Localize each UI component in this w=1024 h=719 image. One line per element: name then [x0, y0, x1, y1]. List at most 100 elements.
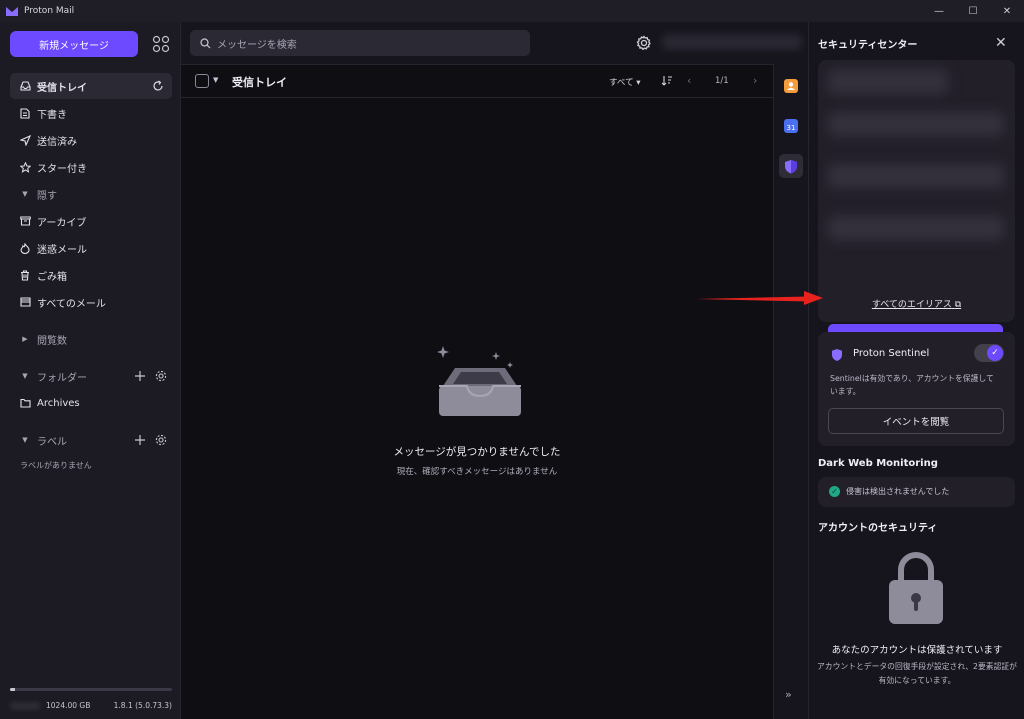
folders-label: フォルダー	[37, 372, 87, 384]
contacts-app-button[interactable]	[779, 74, 803, 98]
sidebar-item-spam[interactable]: 迷惑メール	[10, 235, 172, 261]
star-icon	[19, 161, 31, 173]
dark-web-monitoring-title: Dark Web Monitoring	[818, 458, 938, 469]
search-input[interactable]: メッセージを検索	[190, 30, 530, 56]
success-check-icon: ✓	[829, 486, 840, 497]
blurred-usage	[10, 702, 40, 710]
sidebar-item-label: 下書き	[37, 109, 67, 121]
storage-fill	[10, 688, 15, 691]
labels-label: ラベル	[37, 436, 67, 448]
sidebar-item-drafts[interactable]: 下書き	[10, 100, 172, 126]
sidebar-item-label: 送信済み	[37, 136, 77, 148]
add-folder-icon[interactable]	[134, 370, 146, 382]
sidebar-item-label: 隠す	[37, 190, 57, 202]
security-center-button[interactable]	[779, 154, 803, 178]
red-annotation-arrow	[696, 291, 823, 305]
list-title: 受信トレイ	[232, 76, 287, 89]
expand-panel-chevrons-icon[interactable]: »	[785, 688, 792, 701]
account-security-title: アカウントのセキュリティ	[818, 523, 938, 534]
sidebar-nav: 受信トレイ 下書き 送信済み スター付き ▼ 隠す アーカイブ 迷惑メール ごみ…	[10, 73, 172, 476]
sidebar-item-hide-toggle[interactable]: ▼ 隠す	[10, 181, 172, 207]
folder-settings-gear-icon[interactable]	[155, 370, 167, 382]
compose-button[interactable]: 新規メッセージ	[10, 31, 138, 57]
page-indicator: 1/1	[715, 76, 729, 86]
sidebar-item-archive[interactable]: アーカイブ	[10, 208, 172, 234]
dark-web-status: 侵害は検出されませんでした	[846, 487, 950, 496]
settings-gear-icon[interactable]	[636, 35, 652, 51]
blurred-user-info[interactable]	[662, 34, 802, 50]
svg-text:31: 31	[787, 124, 796, 132]
minimize-button[interactable]: —	[922, 0, 956, 22]
dark-web-monitoring-card: ✓ 侵害は検出されませんでした	[818, 477, 1015, 507]
sidebar-item-label: ごみ箱	[37, 271, 67, 283]
storage-total: 1024.00 GB	[46, 701, 91, 710]
shield-icon	[785, 159, 797, 173]
folder-icon	[19, 397, 31, 409]
sidebar-folders-header[interactable]: ▼ フォルダー	[10, 363, 172, 389]
contacts-icon	[784, 79, 798, 93]
close-window-button[interactable]: ✕	[990, 0, 1024, 22]
sidebar-item-label: アーカイブ	[37, 217, 87, 229]
alias-card: すべてのエイリアス ⧉ 新しいエイリアス	[818, 60, 1015, 349]
sidebar-item-inbox[interactable]: 受信トレイ	[10, 73, 172, 99]
sidebar-item-all-mail[interactable]: すべてのメール	[10, 289, 172, 315]
all-aliases-link[interactable]: すべてのエイリアス ⧉	[818, 297, 1015, 310]
blurred-alias-header	[828, 70, 948, 94]
sidebar: 新規メッセージ 受信トレイ 下書き 送信済み スター付き ▼ 隠す アーカイブ	[0, 22, 181, 719]
fire-icon	[19, 242, 31, 254]
panel-title: セキュリティセンター	[818, 40, 918, 51]
apps-grid-icon[interactable]	[152, 35, 170, 53]
caret-down-icon: ▼	[22, 372, 28, 380]
sidebar-item-views-toggle[interactable]: ▶ 閲覧数	[10, 326, 172, 352]
select-dropdown-caret-icon[interactable]: ▼	[213, 76, 218, 84]
storage-bar	[10, 688, 172, 691]
protected-subtitle: アカウントとデータの回復手段が設定され、2要素認証が有効になっています。	[817, 662, 1017, 685]
sentinel-title: Proton Sentinel	[853, 348, 930, 359]
trash-icon	[19, 269, 31, 281]
sidebar-labels-header[interactable]: ▼ ラベル	[10, 427, 172, 453]
close-panel-icon[interactable]: ✕	[995, 35, 1007, 51]
blurred-alias-row	[828, 216, 1004, 240]
maximize-button[interactable]: ☐	[956, 0, 990, 22]
list-toolbar: ▼ 受信トレイ すべて ▾ ‹ 1/1 ›	[181, 65, 773, 98]
sidebar-item-sent[interactable]: 送信済み	[10, 127, 172, 153]
all-aliases-label: すべてのエイリアス	[871, 300, 952, 310]
padlock-icon	[889, 552, 943, 624]
sidebar-folder-archives[interactable]: Archives	[10, 390, 172, 416]
sentinel-toggle[interactable]: ✓	[974, 344, 1004, 362]
select-all-checkbox[interactable]	[195, 74, 209, 88]
archive-box-icon	[19, 215, 31, 227]
external-link-icon: ⧉	[954, 300, 962, 310]
draft-file-icon	[19, 107, 31, 119]
check-icon: ✓	[987, 345, 1003, 361]
security-center-panel: セキュリティセンター ✕ すべてのエイリアス ⧉ 新しいエイリアス Proton…	[808, 22, 1024, 719]
next-page-chevron-icon[interactable]: ›	[753, 74, 757, 87]
blurred-alias-row	[828, 164, 1004, 188]
calendar-icon: 31	[784, 119, 798, 133]
sidebar-item-label: 迷惑メール	[37, 244, 87, 256]
caret-down-icon: ▼	[22, 190, 28, 198]
empty-state-title: メッセージが見つかりませんでした	[393, 446, 561, 458]
sort-icon[interactable]	[661, 75, 673, 87]
sidebar-item-starred[interactable]: スター付き	[10, 154, 172, 180]
sidebar-item-label: Archives	[37, 397, 80, 409]
caret-right-icon: ▶	[22, 335, 28, 343]
search-icon	[200, 37, 211, 48]
view-events-button[interactable]: イベントを閲覧	[828, 408, 1004, 434]
storage-indicator: 1024.00 GB 1.8.1 (5.0.73.3)	[10, 688, 172, 710]
add-label-icon[interactable]	[134, 434, 146, 446]
app-rail: 31 »	[773, 64, 808, 719]
title-bar: Proton Mail — ☐ ✕	[0, 0, 1024, 22]
sidebar-item-label: すべてのメール	[37, 298, 106, 310]
inbox-icon	[19, 80, 31, 92]
label-settings-gear-icon[interactable]	[155, 434, 167, 446]
paper-plane-icon	[19, 134, 31, 146]
refresh-icon[interactable]	[152, 80, 164, 92]
sidebar-item-label: スター付き	[37, 163, 87, 175]
protected-title: あなたのアカウントは保護されています	[831, 645, 1003, 656]
sidebar-item-trash[interactable]: ごみ箱	[10, 262, 172, 288]
calendar-app-button[interactable]: 31	[779, 114, 803, 138]
filter-dropdown[interactable]: すべて ▾	[609, 76, 641, 88]
previous-page-chevron-icon[interactable]: ‹	[687, 74, 691, 87]
sentinel-card: Proton Sentinel ✓ Sentinelは有効であり、アカウントを保…	[818, 332, 1015, 446]
